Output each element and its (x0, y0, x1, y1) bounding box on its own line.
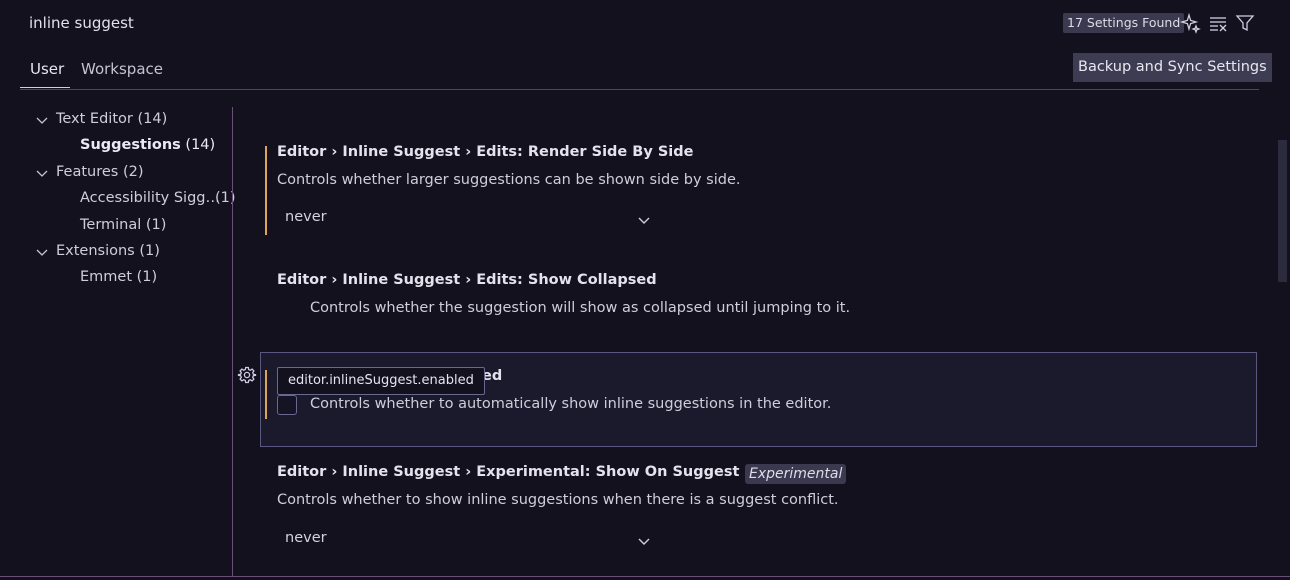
sparkle-icon[interactable] (1180, 12, 1202, 34)
backup-sync-button[interactable]: Backup and Sync Settings (1073, 53, 1272, 82)
tab-user[interactable]: User (30, 60, 64, 78)
active-tab-indicator (20, 87, 70, 88)
tree-item-features[interactable]: Features (2) (56, 164, 144, 180)
setting-description: Controls whether the suggestion will sho… (310, 300, 851, 316)
tree-item-label: Suggestions (80, 137, 181, 153)
setting-title-tail: ed (482, 368, 503, 384)
results-count-badge: 17 Settings Found (1063, 13, 1185, 33)
tree-item-label: Accessibility Sigg… (80, 190, 220, 206)
tree-item-count: (2) (122, 164, 144, 180)
chevron-down-icon (637, 213, 651, 227)
tree-item-count: (1) (139, 243, 160, 259)
chevron-down-icon[interactable] (36, 246, 48, 258)
header-divider (20, 89, 1259, 90)
select-value: never (285, 209, 327, 225)
chevron-down-icon (637, 534, 651, 548)
tree-item-label: Emmet (80, 269, 133, 285)
gear-icon[interactable] (237, 365, 257, 385)
tree-item-emmet[interactable]: Emmet (1) (80, 269, 157, 285)
scrollbar-thumb[interactable] (1278, 140, 1287, 282)
tree-item-extensions[interactable]: Extensions (1) (56, 243, 160, 259)
suggest-conflict-select[interactable]: never (277, 526, 659, 554)
modified-indicator (265, 146, 267, 235)
search-input[interactable]: inline suggest (29, 14, 134, 32)
setting-description: Controls whether to automatically show i… (310, 396, 832, 412)
setting-description: Controls whether to show inline suggesti… (277, 492, 839, 508)
bottom-divider (0, 576, 1290, 577)
tree-item-count: (14) (185, 137, 216, 153)
setting-id-tooltip: editor.inlineSuggest.enabled (277, 367, 485, 395)
select-value: never (285, 530, 327, 546)
chevron-down-icon[interactable] (36, 167, 48, 179)
setting-description: Controls whether larger suggestions can … (277, 172, 741, 188)
setting-title: Editor › Inline Suggest › Edits: Render … (277, 144, 694, 160)
render-side-by-side-select[interactable]: never (277, 205, 659, 233)
tab-workspace[interactable]: Workspace (81, 60, 163, 78)
setting-title: Editor › Inline Suggest › Experimental: … (277, 464, 807, 480)
filter-icon[interactable] (1234, 12, 1256, 34)
tree-item-label: Terminal (80, 217, 142, 233)
tree-item-count: (14) (137, 111, 168, 127)
tree-item-label: Text Editor (56, 111, 133, 127)
experimental-tag: Experimental (745, 464, 847, 484)
tree-item-count: (1) (145, 217, 167, 233)
tree-item-text-editor[interactable]: Text Editor (14) (56, 111, 167, 127)
tree-item-terminal[interactable]: Terminal (1) (80, 217, 166, 233)
tree-item-label: Extensions (56, 243, 135, 259)
tree-item-suggestions[interactable]: Suggestions (14) (80, 137, 215, 153)
tree-divider (232, 107, 233, 577)
modified-indicator (265, 370, 267, 419)
enabled-checkbox[interactable] (277, 395, 297, 415)
tree-item-label: Features (56, 164, 119, 180)
setting-title: Editor › Inline Suggest › Edits: Show Co… (277, 272, 657, 288)
tree-item-count: (1) (136, 269, 158, 285)
tree-item-accessibility-signals[interactable]: Accessibility Sigg… (80, 190, 220, 206)
chevron-down-icon[interactable] (36, 114, 48, 126)
clear-filter-icon[interactable] (1207, 12, 1229, 34)
